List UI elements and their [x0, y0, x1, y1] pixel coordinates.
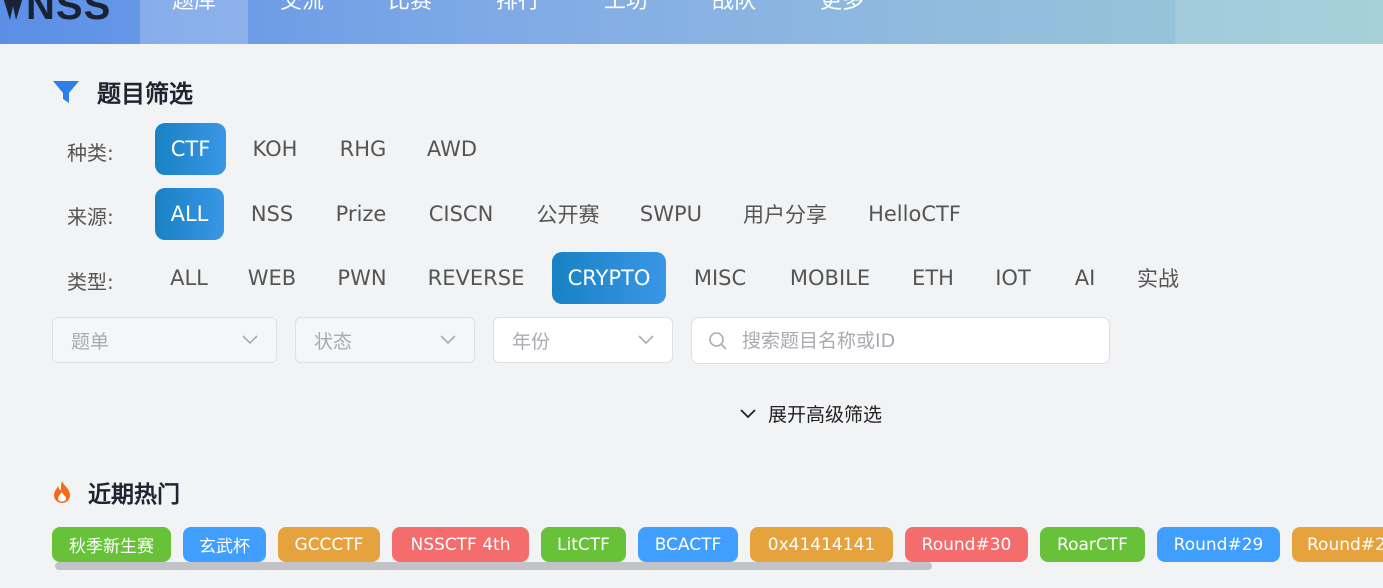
nav-item-discuss[interactable]: 交流 [248, 0, 356, 44]
source-option-all[interactable]: ALL [155, 188, 224, 240]
hot-tag[interactable]: Round#28 [1292, 527, 1383, 562]
source-option-user-share[interactable]: 用户分享 [730, 188, 840, 240]
hot-tag[interactable]: LitCTF [541, 527, 626, 562]
kind-option-awd[interactable]: AWD [416, 123, 488, 175]
source-option-nss[interactable]: NSS [238, 188, 306, 240]
nav-label: 题库 [171, 0, 216, 14]
hot-title: 近期热门 [88, 482, 180, 508]
hot-tag[interactable]: GCCCTF [278, 527, 380, 562]
nav-item-problems[interactable]: 题库 [140, 0, 248, 44]
nav-label: 工坊 [603, 0, 648, 14]
filter-title: 题目筛选 [97, 80, 193, 108]
source-option-public[interactable]: 公开赛 [524, 188, 612, 240]
nav-label: 更多 [819, 0, 864, 14]
fire-icon [54, 481, 70, 503]
type-option-misc[interactable]: MISC [680, 252, 760, 304]
nav-item-more[interactable]: 更多 [788, 0, 896, 44]
type-option-eth[interactable]: ETH [899, 252, 967, 304]
chevron-down-icon [740, 408, 756, 418]
source-option-swpu[interactable]: SWPU [627, 188, 715, 240]
kind-label: 种类: [67, 141, 114, 165]
hot-tag[interactable]: Round#29 [1157, 527, 1280, 562]
kind-option-koh[interactable]: KOH [240, 123, 310, 175]
nav-item-teams[interactable]: 战队 [680, 0, 788, 44]
type-option-crypto[interactable]: CRYPTO [552, 252, 666, 304]
hot-tag[interactable]: RoarCTF [1040, 527, 1145, 562]
chevron-down-icon [440, 335, 456, 345]
type-option-pwn[interactable]: PWN [324, 252, 400, 304]
type-option-real-world[interactable]: 实战 [1125, 252, 1191, 304]
horizontal-scrollbar[interactable] [55, 562, 932, 570]
nav-label: 比赛 [387, 0, 432, 14]
source-option-ciscn[interactable]: CISCN [414, 188, 508, 240]
search-input[interactable] [740, 328, 1084, 353]
hot-tag[interactable]: 秋季新生赛 [52, 527, 171, 562]
expand-advanced-filter-button[interactable]: 展开高级筛选 [740, 400, 882, 427]
logo-text: NSS [26, 0, 112, 28]
type-option-ai[interactable]: AI [1061, 252, 1109, 304]
chevron-down-icon [638, 335, 654, 345]
filter-section-title: 题目筛选 [52, 74, 193, 109]
hot-tag[interactable]: NSSCTF 4th [392, 527, 529, 562]
problem-list-select[interactable]: 题单 [52, 317, 277, 363]
hot-tag[interactable]: BCACTF [638, 527, 738, 562]
chevron-down-icon [242, 335, 258, 345]
nav-label: 战队 [711, 0, 756, 14]
site-logo[interactable]: NSS [0, 0, 111, 28]
type-option-all[interactable]: ALL [157, 252, 221, 304]
select-placeholder: 状态 [314, 330, 353, 353]
select-placeholder: 年份 [512, 330, 551, 353]
nav-item-ranking[interactable]: 排行 [464, 0, 572, 44]
type-option-mobile[interactable]: MOBILE [776, 252, 884, 304]
kind-option-ctf[interactable]: CTF [155, 123, 226, 175]
hot-tag[interactable]: Round#30 [905, 527, 1028, 562]
type-option-web[interactable]: WEB [236, 252, 308, 304]
source-label: 来源: [67, 205, 114, 229]
nav-item-contests[interactable]: 比赛 [356, 0, 464, 44]
kind-option-rhg[interactable]: RHG [328, 123, 398, 175]
search-icon [709, 331, 727, 350]
hot-tag[interactable]: 玄武杯 [183, 527, 266, 562]
select-placeholder: 题单 [71, 330, 110, 353]
funnel-icon [53, 80, 79, 103]
type-option-iot[interactable]: IOT [982, 252, 1044, 304]
type-label: 类型: [67, 270, 114, 294]
source-option-helloctf[interactable]: HelloCTF [855, 188, 974, 240]
search-box [691, 317, 1110, 364]
nav-item-workshop[interactable]: 工坊 [572, 0, 680, 44]
status-select[interactable]: 状态 [295, 317, 475, 363]
hot-section-title: 近期热门 [52, 475, 180, 509]
source-option-prize[interactable]: Prize [322, 188, 400, 240]
nav-label: 排行 [495, 0, 540, 14]
hot-tag[interactable]: 0x41414141 [750, 527, 893, 562]
type-option-reverse[interactable]: REVERSE [414, 252, 538, 304]
expand-label: 展开高级筛选 [768, 404, 883, 426]
top-navigation-bar: NSS 题库 交流 比赛 排行 工坊 战队 更多 [0, 0, 1383, 44]
logo-emblem-icon [3, 0, 23, 20]
topbar-right-area [1175, 0, 1383, 44]
nav-label: 交流 [279, 0, 324, 14]
main-nav: 题库 交流 比赛 排行 工坊 战队 更多 [140, 0, 896, 44]
year-select[interactable]: 年份 [493, 317, 673, 363]
